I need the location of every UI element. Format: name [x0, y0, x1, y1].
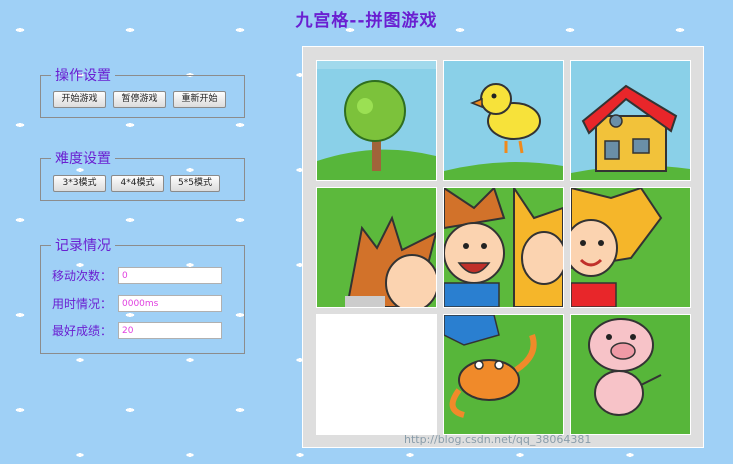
start-game-button[interactable]: 开始游戏	[53, 91, 106, 108]
moves-label: 移动次数：	[52, 269, 113, 283]
puzzle-tile-tree[interactable]	[316, 60, 437, 181]
puzzle-tile-empty[interactable]	[316, 314, 437, 435]
time-label: 用时情况：	[52, 297, 113, 311]
moves-field[interactable]: 0	[118, 267, 222, 284]
mode-3x3-button[interactable]: 3*3模式	[53, 175, 106, 192]
record-legend: 记录情况	[55, 238, 111, 254]
puzzle-tile-house[interactable]	[570, 60, 691, 181]
time-field[interactable]: 0000ms	[118, 295, 222, 312]
puzzle-tile-boy-face[interactable]	[443, 187, 564, 308]
best-score-field[interactable]: 20	[118, 322, 222, 339]
controls-legend: 操作设置	[55, 68, 111, 84]
restart-game-button[interactable]: 重新开始	[173, 91, 226, 108]
mode-4x4-button[interactable]: 4*4模式	[111, 175, 164, 192]
page-title: 九宫格--拼图游戏	[295, 11, 438, 31]
puzzle-tile-pig[interactable]	[570, 314, 691, 435]
puzzle-tile-duck[interactable]	[443, 60, 564, 181]
mode-5x5-button[interactable]: 5*5模式	[170, 175, 220, 192]
puzzle-board	[303, 47, 703, 447]
pause-game-button[interactable]: 暂停游戏	[113, 91, 166, 108]
difficulty-legend: 难度设置	[55, 151, 111, 167]
puzzle-tile-girl-face[interactable]	[570, 187, 691, 308]
puzzle-tile-boy-hair[interactable]	[316, 187, 437, 308]
puzzle-tile-crab[interactable]	[443, 314, 564, 435]
best-score-label: 最好成绩：	[52, 324, 113, 338]
watermark-text: http://blog.csdn.net/qq_38064381	[404, 433, 592, 446]
